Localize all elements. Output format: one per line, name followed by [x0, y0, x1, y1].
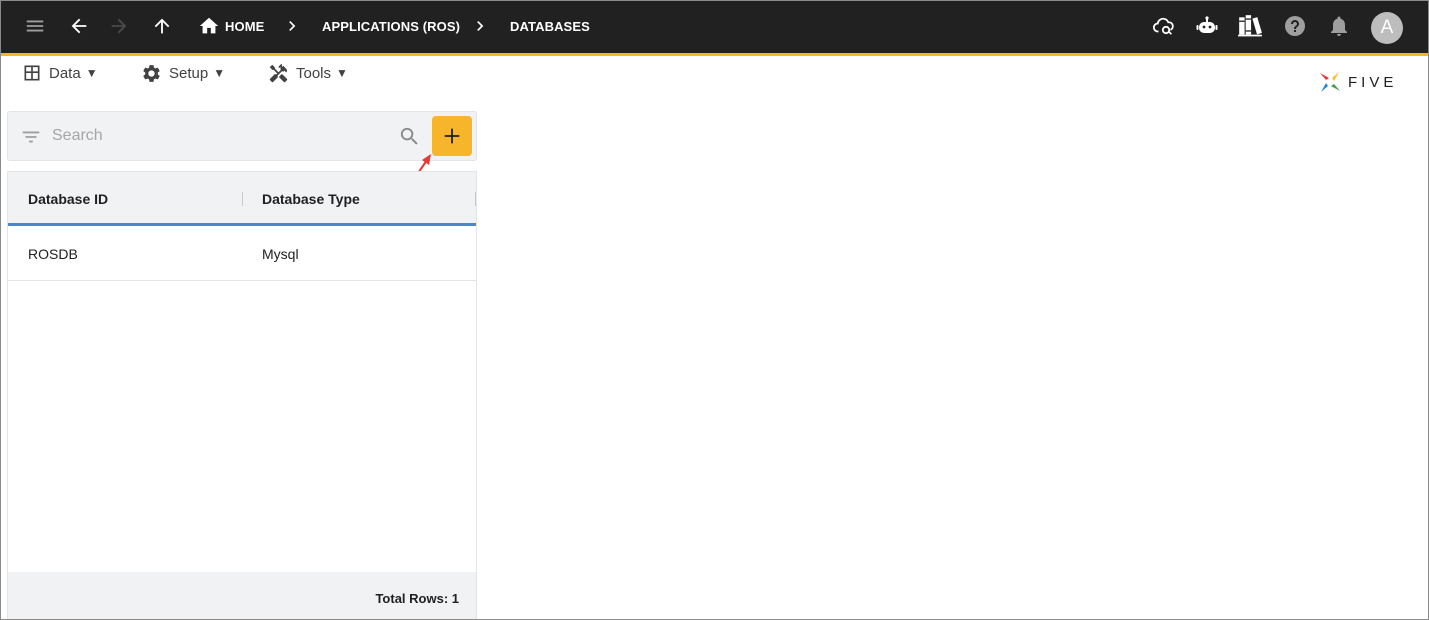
table-row[interactable]: ROSDB Mysql [8, 229, 476, 281]
cloud-sync-icon[interactable] [1151, 13, 1177, 39]
chevron-right-icon [289, 21, 296, 31]
menu-setup[interactable]: Setup ▼ [141, 60, 225, 86]
table-icon [24, 65, 40, 81]
caret-down-icon: ▼ [336, 66, 348, 80]
breadcrumb-databases: DATABASES [510, 18, 590, 34]
column-header-database-id[interactable]: Database ID [28, 172, 108, 226]
chevron-right-icon [477, 21, 484, 31]
arrow-back-icon[interactable] [66, 13, 92, 39]
search-icon[interactable] [398, 125, 421, 148]
breadcrumb-home[interactable]: HOME [225, 0, 264, 52]
five-logo-icon [1320, 72, 1340, 92]
app-bar-accent-line [1, 53, 1428, 56]
cell-database-type: Mysql [262, 246, 299, 262]
total-rows: Total Rows: 1 [375, 590, 459, 606]
menu-icon[interactable] [22, 13, 48, 39]
menu-setup-label: Setup [169, 64, 209, 82]
breadcrumb-applications[interactable]: APPLICATIONS (ROS) [322, 0, 460, 52]
tools-icon [269, 63, 288, 82]
five-logo: FIVE [1318, 70, 1397, 94]
chatbot-icon[interactable] [1194, 13, 1220, 39]
menu-data[interactable]: Data ▼ [22, 60, 98, 86]
menu-tools-label: Tools [296, 64, 332, 82]
caret-down-icon: ▼ [213, 66, 226, 80]
caret-down-icon: ▼ [85, 66, 98, 80]
five-logo-text: FIVE [1348, 73, 1398, 91]
search-bar [7, 111, 477, 161]
library-books-icon[interactable] [1237, 13, 1263, 39]
gear-icon [143, 64, 160, 82]
column-separator[interactable] [242, 192, 243, 206]
databases-grid: Database ID Database Type ROSDB Mysql To… [7, 171, 477, 619]
search-input[interactable] [52, 120, 392, 152]
plus-icon [444, 128, 460, 144]
grid-footer: Total Rows: 1 [8, 572, 476, 619]
help-icon[interactable] [1282, 13, 1308, 39]
menu-tools[interactable]: Tools ▼ [268, 60, 348, 86]
column-separator[interactable] [475, 192, 476, 206]
cell-database-id: ROSDB [28, 246, 78, 262]
column-header-database-type[interactable]: Database Type [262, 172, 360, 226]
arrow-upward-icon[interactable] [149, 13, 175, 39]
home-icon[interactable] [196, 13, 222, 39]
grid-header: Database ID Database Type [8, 172, 476, 226]
menu-data-label: Data [49, 64, 81, 82]
arrow-forward-icon[interactable] [106, 13, 132, 39]
notifications-icon[interactable] [1326, 13, 1352, 39]
add-database-button[interactable] [432, 116, 472, 156]
filter-icon[interactable] [20, 126, 42, 148]
avatar[interactable]: A [1371, 12, 1403, 44]
